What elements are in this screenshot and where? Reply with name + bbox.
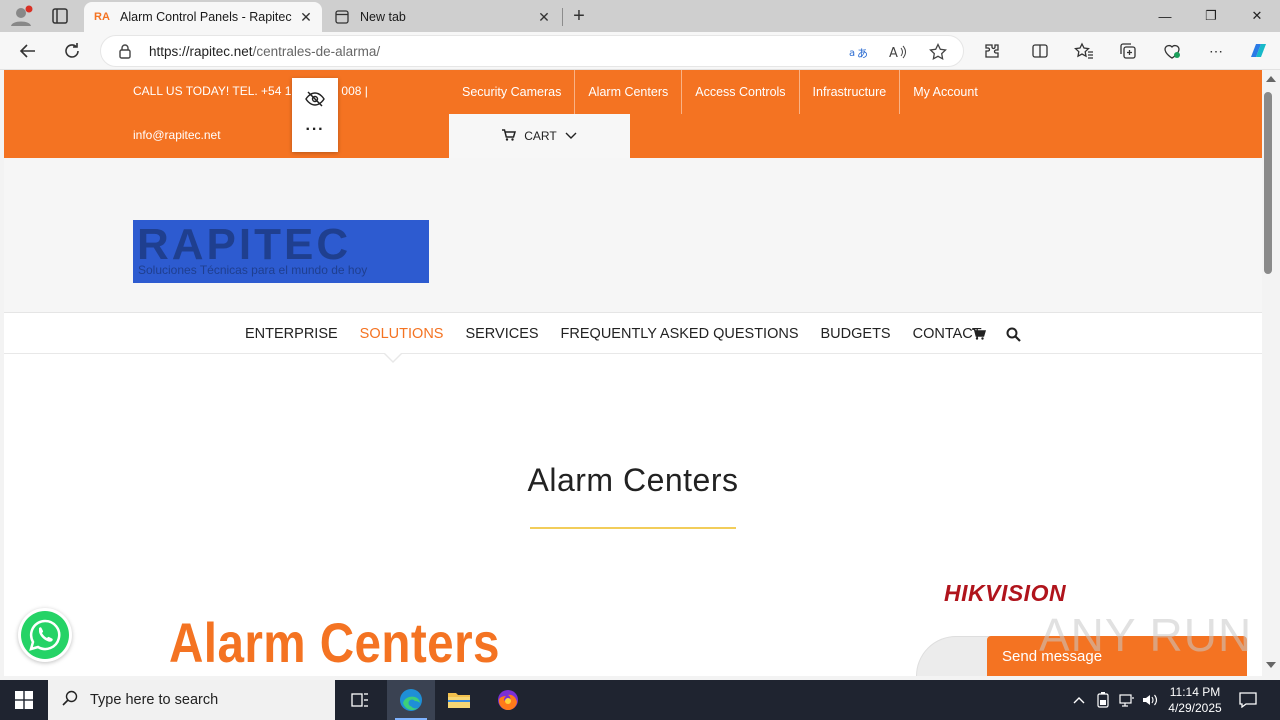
firefox-icon[interactable] — [484, 680, 532, 720]
rapitec-favicon-icon: RA — [94, 11, 110, 23]
topnav-alarm-centers[interactable]: Alarm Centers — [575, 70, 683, 114]
tab-actions-icon[interactable] — [46, 4, 74, 28]
cart-icon[interactable] — [972, 327, 988, 343]
tab-alarm-control-panels[interactable]: RA Alarm Control Panels - Rapitec ✕ — [84, 2, 322, 32]
task-view-icon[interactable] — [336, 680, 384, 720]
split-screen-icon[interactable] — [1028, 40, 1052, 62]
site-top-bar: CALL US TODAY! TEL. +54 1 008 | info@rapi… — [4, 70, 1262, 158]
hikvision-logo: HIKVISION — [944, 580, 1067, 606]
topnav-infrastructure[interactable]: Infrastructure — [800, 70, 901, 114]
windows-start-icon[interactable] — [0, 680, 48, 720]
scroll-down-icon[interactable] — [1266, 662, 1276, 668]
close-window-icon[interactable]: ✕ — [1234, 0, 1280, 32]
svg-text:a: a — [849, 48, 855, 59]
restore-icon[interactable]: ❐ — [1188, 0, 1234, 32]
tab-title: New tab — [360, 10, 406, 24]
nav-services[interactable]: SERVICES — [465, 326, 538, 342]
translate-icon[interactable]: aあ — [847, 42, 869, 62]
read-aloud-icon[interactable]: A — [887, 42, 909, 62]
more-options-icon[interactable]: ··· — [292, 120, 338, 140]
browser-essentials-icon[interactable] — [1160, 40, 1184, 62]
edge-taskbar-icon[interactable] — [387, 680, 435, 720]
tab-title: Alarm Control Panels - Rapitec — [120, 10, 292, 24]
cart-dropdown[interactable]: CART — [449, 114, 630, 158]
contact-email-link[interactable]: info@rapitec.net — [133, 128, 221, 142]
whatsapp-button[interactable] — [18, 608, 72, 662]
search-icon — [62, 690, 78, 711]
back-arrow-icon[interactable] — [14, 37, 42, 65]
lock-icon[interactable] — [117, 43, 133, 59]
close-icon[interactable]: ✕ — [532, 5, 556, 29]
file-explorer-icon[interactable] — [435, 680, 483, 720]
search-icon[interactable] — [1006, 327, 1022, 343]
tab-new-tab[interactable]: New tab ✕ — [324, 2, 560, 32]
secondary-nav: Security Cameras Alarm Centers Access Co… — [449, 70, 991, 114]
collections-icon[interactable] — [1116, 40, 1140, 62]
favorites-icon[interactable] — [1072, 40, 1096, 62]
notification-icon[interactable] — [1232, 680, 1264, 720]
main-nav: ENTERPRISE SOLUTIONS SERVICES FREQUENTLY… — [4, 314, 1262, 354]
minimize-icon[interactable]: — — [1142, 0, 1188, 32]
scroll-thumb[interactable] — [1264, 92, 1272, 274]
taskbar: Type here to search 11:14 PM 4/29/2025 — [0, 680, 1280, 720]
anyrun-watermark: ANY RUN — [1039, 609, 1253, 661]
topnav-my-account[interactable]: My Account — [900, 70, 991, 114]
copilot-icon[interactable] — [1246, 40, 1270, 62]
profile-icon[interactable] — [8, 4, 34, 28]
nav-enterprise[interactable]: ENTERPRISE — [245, 326, 338, 342]
chevron-up-icon[interactable] — [1068, 680, 1090, 720]
address-bar[interactable]: https://rapitec.net/centrales-de-alarma/… — [100, 35, 964, 67]
system-clock[interactable]: 11:14 PM 4/29/2025 — [1160, 684, 1230, 716]
active-nav-caret — [384, 353, 402, 363]
svg-text:あ: あ — [857, 47, 867, 60]
favorite-star-icon[interactable] — [927, 42, 949, 62]
network-icon[interactable] — [1116, 680, 1138, 720]
topnav-access-controls[interactable]: Access Controls — [682, 70, 800, 114]
url-text: https://rapitec.net/centrales-de-alarma/ — [149, 44, 381, 59]
tab-separator — [562, 8, 563, 26]
title-divider — [530, 527, 736, 529]
volume-icon[interactable] — [1140, 680, 1162, 720]
cart-label: CART — [524, 129, 557, 143]
topnav-security-cameras[interactable]: Security Cameras — [449, 70, 576, 114]
browser-toolbar: https://rapitec.net/centrales-de-alarma/… — [0, 32, 1280, 70]
nav-budgets[interactable]: BUDGETS — [821, 326, 891, 342]
cart-icon — [502, 128, 517, 144]
rapitec-logo[interactable]: RAPITEC Soluciones Técnicas para el mund… — [133, 220, 429, 283]
floating-toolbar-popup: ··· — [292, 78, 338, 152]
refresh-icon[interactable] — [58, 37, 86, 65]
window-controls: — ❐ ✕ — [1142, 0, 1280, 32]
scroll-up-icon[interactable] — [1266, 76, 1276, 82]
nav-faq[interactable]: FREQUENTLY ASKED QUESTIONS — [561, 326, 799, 342]
nav-solutions[interactable]: SOLUTIONS — [360, 326, 444, 342]
page-title: Alarm Centers — [527, 462, 739, 498]
taskbar-search[interactable]: Type here to search — [48, 680, 335, 720]
whatsapp-icon — [21, 611, 69, 659]
chevron-down-icon — [565, 129, 577, 143]
eye-off-icon[interactable] — [304, 89, 326, 109]
extensions-icon[interactable] — [980, 40, 1004, 62]
battery-icon[interactable] — [1092, 680, 1114, 720]
close-icon[interactable]: ✕ — [294, 5, 318, 29]
banner-title: Alarm Centers — [169, 611, 500, 674]
web-page: CALL US TODAY! TEL. +54 1 008 | info@rapi… — [4, 70, 1262, 676]
more-menu-icon[interactable]: ⋯ — [1204, 40, 1228, 62]
logo-header: RAPITEC Soluciones Técnicas para el mund… — [4, 158, 1262, 313]
tab-strip: RA Alarm Control Panels - Rapitec ✕ New … — [0, 0, 1280, 32]
new-tab-button[interactable]: + — [566, 4, 592, 28]
new-tab-icon — [332, 9, 352, 25]
page-scrollbar[interactable] — [1262, 70, 1280, 676]
svg-text:A: A — [889, 46, 898, 60]
